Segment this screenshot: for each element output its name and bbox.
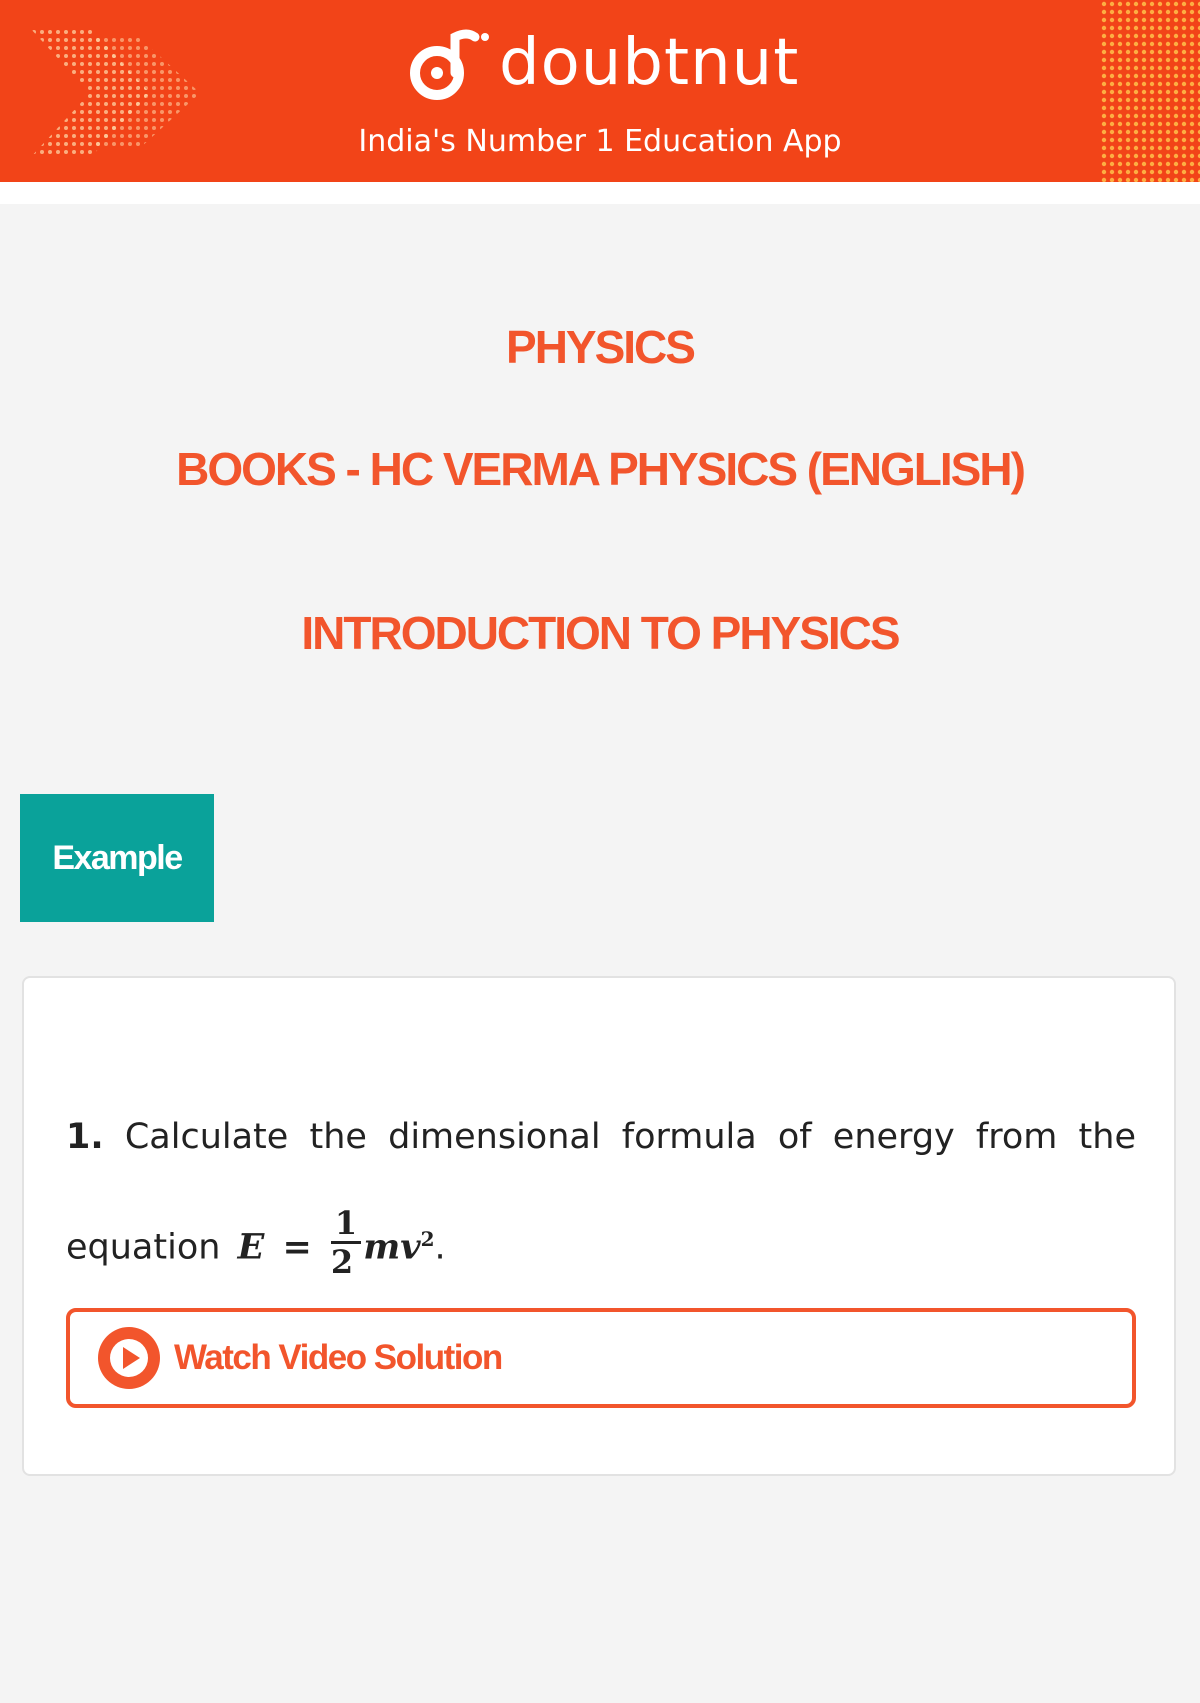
brand-logo[interactable]: doubtnut [405,18,805,108]
question-card: 1. Calculate the dimensional formula of … [22,976,1176,1476]
fraction-denominator: 2 [330,1243,354,1282]
book-title: BOOKS - HC VERMA PHYSICS (ENGLISH) [176,443,1026,495]
watch-video-label: Watch Video Solution [174,1338,503,1377]
equation-rhs: mv [363,1226,421,1268]
watch-video-solution-button[interactable]: Watch Video Solution [66,1308,1136,1408]
doubtnut-logo-icon [410,29,489,100]
brand-name: doubtnut [499,26,800,100]
question-text: 1. Calculate the dimensional formula of … [66,1086,1136,1299]
equation-exponent: 2 [420,1227,435,1251]
chapter-title: INTRODUCTION TO PHYSICS [301,607,900,659]
subject-title: PHYSICS [506,321,696,373]
equation-fraction: 12 [330,1207,362,1282]
header-divider [0,182,1200,204]
app-header: doubtnut India's Number 1 Education App [0,0,1200,182]
question-body: Calculate the dimensional formula of ene… [66,1117,1136,1268]
equation-lhs: E = [237,1226,312,1268]
equation-end: . [434,1227,446,1268]
question-number: 1. [66,1117,104,1157]
fraction-numerator: 1 [330,1207,362,1245]
section-badge: Example [20,794,214,922]
tagline: India's Number 1 Education App [358,124,842,159]
play-icon [98,1327,160,1389]
